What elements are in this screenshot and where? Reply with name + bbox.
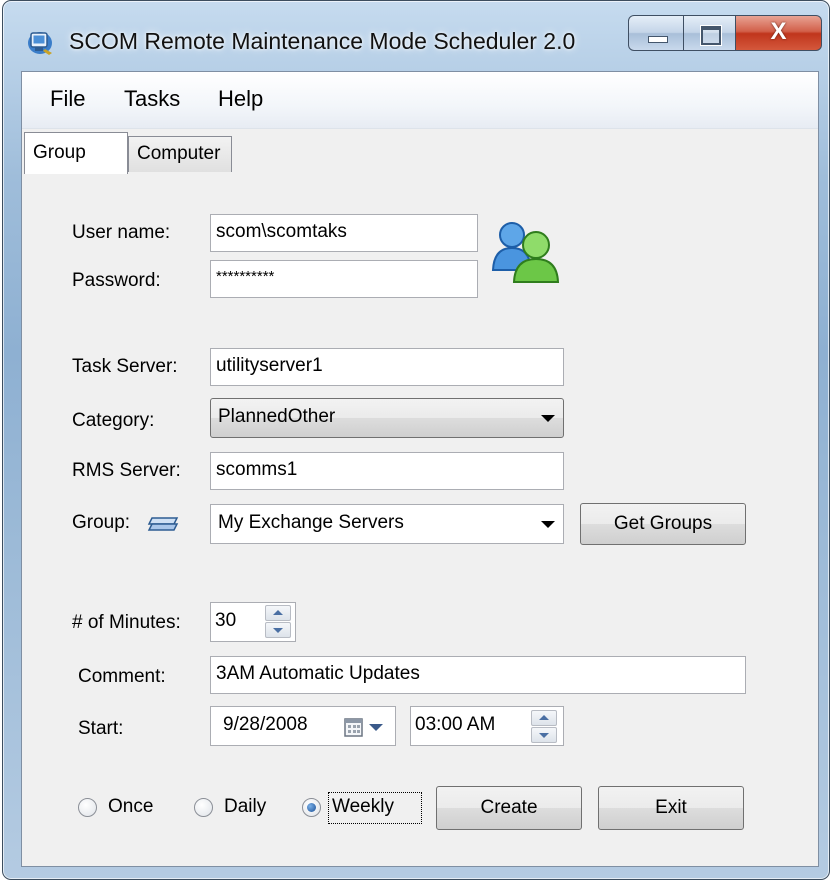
minutes-value: 30 (215, 610, 237, 631)
comment-field[interactable]: 3AM Automatic Updates (210, 656, 746, 694)
minimize-icon (648, 36, 668, 43)
group-dropdown[interactable]: My Exchange Servers (210, 504, 564, 544)
radio-daily-label[interactable]: Daily (224, 796, 266, 818)
radio-daily[interactable] (194, 798, 213, 817)
minimize-button[interactable] (628, 15, 684, 51)
category-dropdown[interactable]: PlannedOther (210, 398, 564, 438)
group-label: Group: (72, 512, 131, 533)
radio-weekly-label[interactable]: Weekly (332, 796, 394, 818)
radio-once-label[interactable]: Once (108, 796, 153, 818)
group-tab-panel: User name: scom\scomtaks Password: *****… (22, 172, 818, 866)
menu-help[interactable]: Help (218, 86, 263, 112)
radio-once[interactable] (78, 798, 97, 817)
start-time-value: 03:00 AM (415, 714, 496, 735)
chevron-down-icon (541, 415, 555, 422)
exit-button[interactable]: Exit (598, 786, 744, 830)
maximize-icon (701, 26, 721, 45)
window-frame: SCOM Remote Maintenance Mode Scheduler 2… (2, 0, 830, 880)
chevron-down-icon (541, 521, 555, 528)
rms-server-field[interactable]: scomms1 (210, 452, 564, 490)
caption-buttons: X (628, 15, 822, 53)
start-time-picker[interactable]: 03:00 AM (410, 706, 564, 746)
time-spinner[interactable] (531, 710, 559, 744)
password-label: Password: (72, 270, 161, 291)
maximize-button[interactable] (684, 15, 736, 51)
menu-tasks[interactable]: Tasks (124, 86, 180, 112)
minutes-label: # of Minutes: (72, 612, 181, 633)
chevron-down-icon[interactable] (369, 724, 383, 731)
category-label: Category: (72, 410, 155, 431)
close-button[interactable]: X (736, 15, 822, 51)
username-label: User name: (72, 222, 171, 243)
group-value: My Exchange Servers (218, 512, 404, 533)
close-icon: X (770, 18, 787, 45)
spin-up-icon[interactable] (531, 710, 557, 726)
users-icon (491, 222, 560, 283)
task-server-field[interactable]: utilityserver1 (210, 348, 564, 386)
monitor-app-icon (28, 32, 52, 55)
menu-file[interactable]: File (50, 86, 85, 112)
menu-bar: File Tasks Help (22, 72, 818, 129)
tab-strip: Group Computer (22, 128, 818, 174)
spin-down-icon[interactable] (531, 727, 557, 743)
radio-weekly[interactable] (302, 798, 321, 817)
create-button[interactable]: Create (436, 786, 582, 830)
spin-down-icon[interactable] (265, 622, 291, 638)
get-groups-button[interactable]: Get Groups (580, 503, 746, 545)
group-stack-icon (147, 517, 179, 531)
client-area: File Tasks Help Group Computer User name… (21, 71, 819, 867)
rms-server-label: RMS Server: (72, 460, 181, 481)
start-date-value: 9/28/2008 (223, 714, 308, 735)
spin-up-icon[interactable] (265, 605, 291, 621)
comment-label: Comment: (78, 666, 166, 687)
start-label: Start: (78, 718, 124, 739)
start-date-picker[interactable]: 9/28/2008 (210, 706, 396, 746)
calendar-icon[interactable] (343, 716, 365, 738)
username-field[interactable]: scom\scomtaks (210, 214, 478, 252)
minutes-stepper[interactable]: 30 (210, 602, 296, 642)
tab-group[interactable]: Group (24, 132, 128, 174)
tab-computer[interactable]: Computer (128, 136, 232, 172)
task-server-label: Task Server: (72, 356, 178, 377)
password-field[interactable]: ********** (210, 260, 478, 298)
category-value: PlannedOther (218, 406, 336, 427)
minutes-spinner[interactable] (265, 605, 293, 639)
window-title: SCOM Remote Maintenance Mode Scheduler 2… (69, 28, 576, 54)
